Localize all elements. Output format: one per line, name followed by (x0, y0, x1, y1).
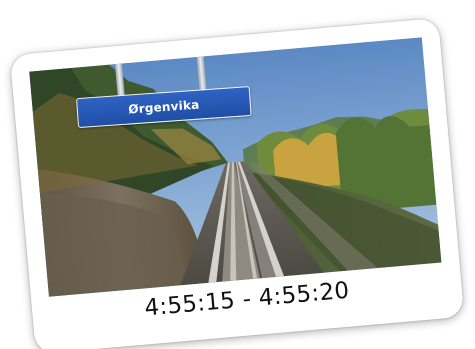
station-name-text: Ørgenvika (127, 97, 200, 117)
video-frame-card: Ørgenvika 4:55:15 - 4:55:20 (9, 17, 465, 349)
train-cab-video-frame[interactable]: Ørgenvika (29, 37, 442, 297)
railway-scene (29, 37, 442, 297)
screenshot-stage: Ørgenvika 4:55:15 - 4:55:20 (0, 0, 475, 349)
